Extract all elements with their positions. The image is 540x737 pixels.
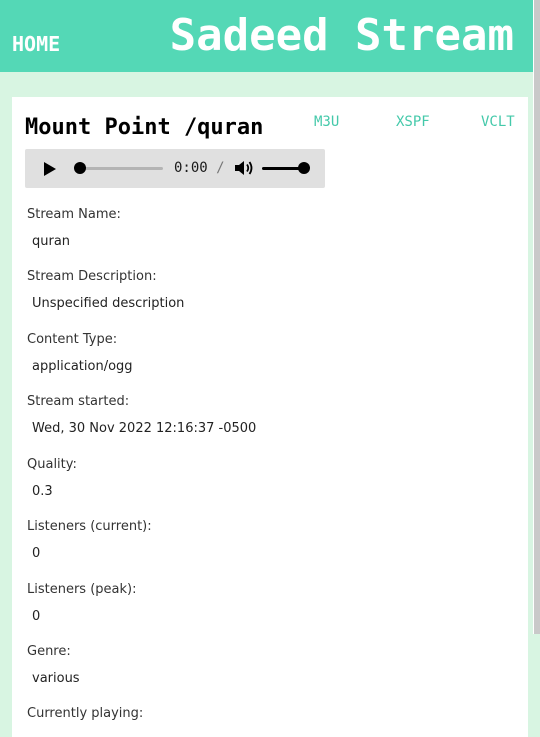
field-label: Listeners (current): bbox=[27, 519, 152, 534]
listeners-peak-field: Listeners (peak): 0 bbox=[27, 582, 137, 624]
mount-point-panel: Mount Point /quran M3U XSPF VCLT 0:00 / … bbox=[12, 97, 528, 737]
field-value: 0.3 bbox=[32, 484, 53, 499]
field-label: Quality: bbox=[27, 457, 77, 472]
field-label: Listeners (peak): bbox=[27, 582, 137, 597]
nav-home-link[interactable]: HOME bbox=[12, 32, 60, 56]
genre-field: Genre: various bbox=[27, 644, 80, 686]
stream-name-field: Stream Name: quran bbox=[27, 207, 121, 249]
field-value: 0 bbox=[32, 609, 41, 624]
field-value: Unspecified description bbox=[32, 296, 185, 311]
current-time: 0:00 bbox=[174, 160, 208, 176]
m3u-link[interactable]: M3U bbox=[314, 114, 339, 130]
listeners-current-field: Listeners (current): 0 bbox=[27, 519, 152, 561]
seek-slider[interactable] bbox=[79, 167, 163, 170]
play-icon[interactable] bbox=[44, 162, 56, 176]
time-display: 0:00 / bbox=[174, 160, 225, 176]
time-separator: / bbox=[216, 160, 225, 176]
field-label: Currently playing: bbox=[27, 706, 144, 721]
field-value: various bbox=[32, 671, 80, 686]
site-header: HOME Sadeed Stream bbox=[0, 0, 540, 72]
volume-slider-thumb[interactable] bbox=[298, 162, 310, 174]
field-label: Stream Description: bbox=[27, 269, 157, 284]
mount-point-title: Mount Point /quran bbox=[25, 115, 264, 140]
field-label: Genre: bbox=[27, 644, 71, 659]
field-value: quran bbox=[32, 234, 71, 249]
currently-playing-field: Currently playing: bbox=[27, 706, 143, 721]
stream-description-field: Stream Description: Unspecified descript… bbox=[27, 269, 184, 311]
xspf-link[interactable]: XSPF bbox=[396, 114, 430, 130]
content-type-field: Content Type: application/ogg bbox=[27, 332, 133, 374]
field-value: Wed, 30 Nov 2022 12:16:37 -0500 bbox=[32, 421, 257, 436]
audio-player: 0:00 / bbox=[25, 149, 325, 188]
stream-started-field: Stream started: Wed, 30 Nov 2022 12:16:3… bbox=[27, 394, 256, 436]
field-value: 0 bbox=[32, 546, 41, 561]
volume-icon[interactable] bbox=[234, 160, 254, 176]
site-brand-title: Sadeed Stream bbox=[169, 10, 514, 61]
field-label: Stream started: bbox=[27, 394, 130, 409]
seek-slider-thumb[interactable] bbox=[74, 162, 86, 174]
field-label: Stream Name: bbox=[27, 207, 121, 222]
field-label: Content Type: bbox=[27, 332, 118, 347]
vclt-link[interactable]: VCLT bbox=[481, 114, 515, 130]
quality-field: Quality: 0.3 bbox=[27, 457, 77, 499]
field-value: application/ogg bbox=[32, 359, 133, 374]
page-scrollbar[interactable] bbox=[533, 0, 540, 634]
